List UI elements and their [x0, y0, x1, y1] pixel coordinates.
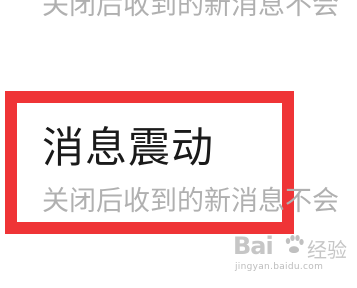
message-vibration-setting-description: 关闭后收到的新消息不会: [42, 186, 339, 217]
settings-screen: 关闭后收到的新消息不会 消息震动 关闭后收到的新消息不会 Bai 经验 jing…: [0, 0, 357, 288]
previous-setting-description: 关闭后收到的新消息不会: [42, 0, 339, 21]
paw-icon: [283, 234, 305, 256]
watermark-url: jingyan.baidu.com: [235, 262, 324, 272]
watermark-suffix-text: 经验: [307, 238, 347, 262]
message-vibration-setting-title[interactable]: 消息震动: [42, 122, 214, 174]
watermark-logo-text: Bai: [233, 232, 274, 260]
baidu-jingyan-watermark: Bai 经验 jingyan.baidu.com: [233, 232, 351, 276]
